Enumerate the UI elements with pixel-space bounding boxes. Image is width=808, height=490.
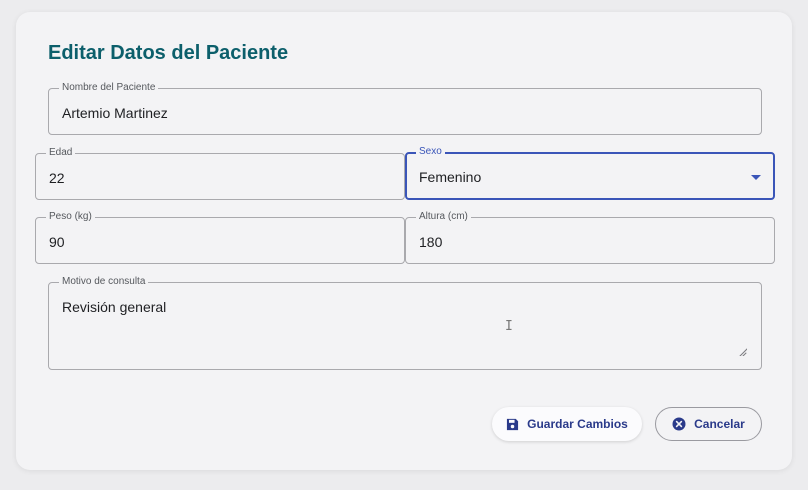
cancel-circle-icon — [672, 417, 686, 431]
sex-value: Femenino — [419, 169, 482, 185]
height-field[interactable]: Altura (cm) 180 — [405, 211, 775, 264]
consultation-reason-value: Revisión general — [62, 299, 167, 315]
cancel-button[interactable]: Cancelar — [655, 407, 762, 441]
save-changes-label: Guardar Cambios — [527, 417, 628, 431]
patient-name-label: Nombre del Paciente — [59, 82, 159, 94]
weight-field[interactable]: Peso (kg) 90 — [35, 211, 405, 264]
consultation-reason-textarea[interactable]: Motivo de consulta Revisión general — [48, 276, 762, 370]
save-changes-button[interactable]: Guardar Cambios — [492, 407, 642, 441]
height-value: 180 — [419, 234, 443, 250]
consultation-reason-label: Motivo de consulta — [59, 276, 149, 288]
weight-value: 90 — [49, 234, 65, 250]
patient-name-field[interactable]: Nombre del Paciente Artemio Martinez — [48, 82, 762, 135]
resize-handle-icon[interactable] — [739, 348, 747, 356]
save-icon — [506, 418, 519, 431]
age-field[interactable]: Edad 22 — [35, 147, 405, 200]
dialog-title: Editar Datos del Paciente — [48, 42, 289, 64]
patient-name-value: Artemio Martinez — [62, 105, 168, 121]
age-label: Edad — [46, 147, 76, 159]
sex-select[interactable]: Sexo Femenino — [405, 146, 775, 200]
height-label: Altura (cm) — [416, 211, 471, 223]
text-cursor-icon: I — [505, 319, 513, 334]
sex-label: Sexo — [416, 146, 445, 158]
dropdown-arrow-icon[interactable] — [751, 175, 761, 180]
cancel-label: Cancelar — [694, 417, 745, 431]
age-value: 22 — [49, 170, 65, 186]
weight-label: Peso (kg) — [46, 211, 95, 223]
